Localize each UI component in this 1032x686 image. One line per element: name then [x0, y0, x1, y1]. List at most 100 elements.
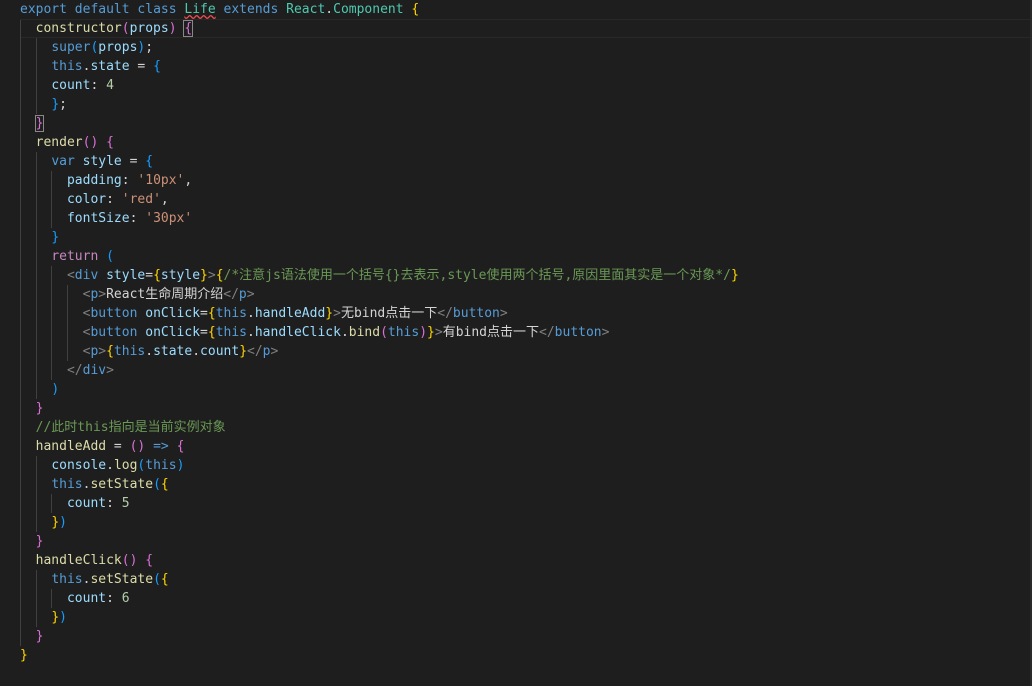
- indent-guide: [35, 608, 37, 627]
- code-line[interactable]: }: [20, 228, 1032, 247]
- code-token: this: [215, 306, 248, 321]
- code-line[interactable]: }: [20, 532, 1032, 551]
- indent-guide: [51, 171, 53, 190]
- code-line[interactable]: <p>{this.state.count}</p>: [20, 342, 1032, 361]
- code-token: setState: [90, 477, 154, 492]
- indent-guide: [35, 513, 37, 532]
- code-token: }: [34, 115, 45, 132]
- code-token: ;: [145, 40, 154, 55]
- indent-guide: [35, 95, 37, 114]
- indent-guide: [20, 380, 21, 399]
- code-line[interactable]: <button onClick={this.handleClick.bind(t…: [20, 323, 1032, 342]
- code-line[interactable]: this.state = {: [20, 57, 1032, 76]
- code-line[interactable]: return (: [20, 247, 1032, 266]
- code-token: handleClick: [35, 553, 122, 568]
- code-token: (: [121, 21, 130, 36]
- code-token: count: [66, 496, 107, 511]
- code-line[interactable]: ): [20, 380, 1032, 399]
- indent-guide: [20, 456, 21, 475]
- code-line[interactable]: count: 4: [20, 76, 1032, 95]
- code-line[interactable]: }): [20, 608, 1032, 627]
- code-line[interactable]: fontSize: '30px': [20, 209, 1032, 228]
- code-token: default: [74, 2, 130, 17]
- code-line[interactable]: this.setState({: [20, 475, 1032, 494]
- code-token: onClick: [145, 325, 201, 340]
- code-token: button: [90, 306, 138, 321]
- code-token: }: [51, 97, 60, 112]
- code-line[interactable]: padding: '10px',: [20, 171, 1032, 190]
- code-line[interactable]: constructor(props) {: [20, 19, 1032, 39]
- code-token: (): [121, 553, 138, 568]
- code-line[interactable]: <button onClick={this.handleAdd}>无bind点击…: [20, 304, 1032, 323]
- code-token: >: [499, 306, 508, 321]
- code-line[interactable]: count: 6: [20, 589, 1032, 608]
- indent-guide: [66, 342, 68, 361]
- code-line[interactable]: handleAdd = () => {: [20, 437, 1032, 456]
- code-token: =: [200, 325, 208, 340]
- code-token: {: [160, 477, 169, 492]
- indent-guide: [35, 266, 37, 285]
- code-line[interactable]: this.setState({: [20, 570, 1032, 589]
- code-token: =: [129, 59, 154, 74]
- code-token: }: [51, 230, 60, 245]
- indent-guide: [20, 551, 21, 570]
- code-line[interactable]: color: 'red',: [20, 190, 1032, 209]
- code-line[interactable]: console.log(this): [20, 456, 1032, 475]
- code-line[interactable]: </div>: [20, 361, 1032, 380]
- code-line[interactable]: <div style={style}>{/*注意js语法使用一个括号{}去表示,…: [20, 266, 1032, 285]
- code-token: this: [51, 572, 83, 587]
- indent-guide: [20, 38, 21, 57]
- code-token: (: [380, 325, 388, 340]
- code-line[interactable]: count: 5: [20, 494, 1032, 513]
- code-token: }: [20, 648, 28, 663]
- indent-guide: [51, 342, 53, 361]
- code-editor[interactable]: export default class Life extends React.…: [0, 0, 1032, 686]
- code-token: (): [129, 439, 146, 454]
- code-token: React: [286, 2, 326, 17]
- code-line[interactable]: };: [20, 95, 1032, 114]
- code-line[interactable]: //此时this指向是当前实例对象: [20, 418, 1032, 437]
- code-line[interactable]: handleClick() {: [20, 551, 1032, 570]
- indent-guide: [35, 190, 37, 209]
- code-token: button: [452, 306, 500, 321]
- indent-guide: [51, 285, 53, 304]
- code-line[interactable]: export default class Life extends React.…: [20, 0, 1032, 19]
- code-token: }: [51, 610, 60, 625]
- code-area[interactable]: export default class Life extends React.…: [20, 0, 1032, 686]
- code-token: ): [51, 382, 60, 397]
- code-line[interactable]: render() {: [20, 133, 1032, 152]
- code-line[interactable]: }: [20, 399, 1032, 418]
- code-token: }: [325, 306, 334, 321]
- code-token: <: [66, 268, 75, 283]
- code-token: {: [176, 439, 185, 454]
- code-token: >: [98, 344, 107, 359]
- code-token: p: [262, 344, 271, 359]
- code-line[interactable]: }: [20, 646, 1032, 665]
- code-line[interactable]: var style = {: [20, 152, 1032, 171]
- code-token: }: [35, 401, 44, 416]
- indent-guide: [20, 76, 21, 95]
- code-line[interactable]: <p>React生命周期介绍</p>: [20, 285, 1032, 304]
- indent-guide: [20, 20, 21, 39]
- code-token: p: [238, 287, 247, 302]
- indent-guide: [51, 266, 53, 285]
- code-token: Component: [333, 2, 404, 17]
- code-line[interactable]: }: [20, 114, 1032, 133]
- code-token: .: [325, 2, 334, 17]
- code-token: {: [183, 20, 194, 37]
- indent-guide: [35, 247, 37, 266]
- code-line[interactable]: }: [20, 627, 1032, 646]
- code-token: this: [113, 344, 146, 359]
- code-token: handleAdd: [35, 439, 107, 454]
- code-token: ): [168, 21, 177, 36]
- indent-guide: [35, 475, 37, 494]
- indent-guide: [20, 532, 21, 551]
- code-token: .: [192, 344, 201, 359]
- code-line[interactable]: }): [20, 513, 1032, 532]
- code-line[interactable]: super(props);: [20, 38, 1032, 57]
- indent-guide: [35, 76, 37, 95]
- code-token: state: [90, 59, 130, 74]
